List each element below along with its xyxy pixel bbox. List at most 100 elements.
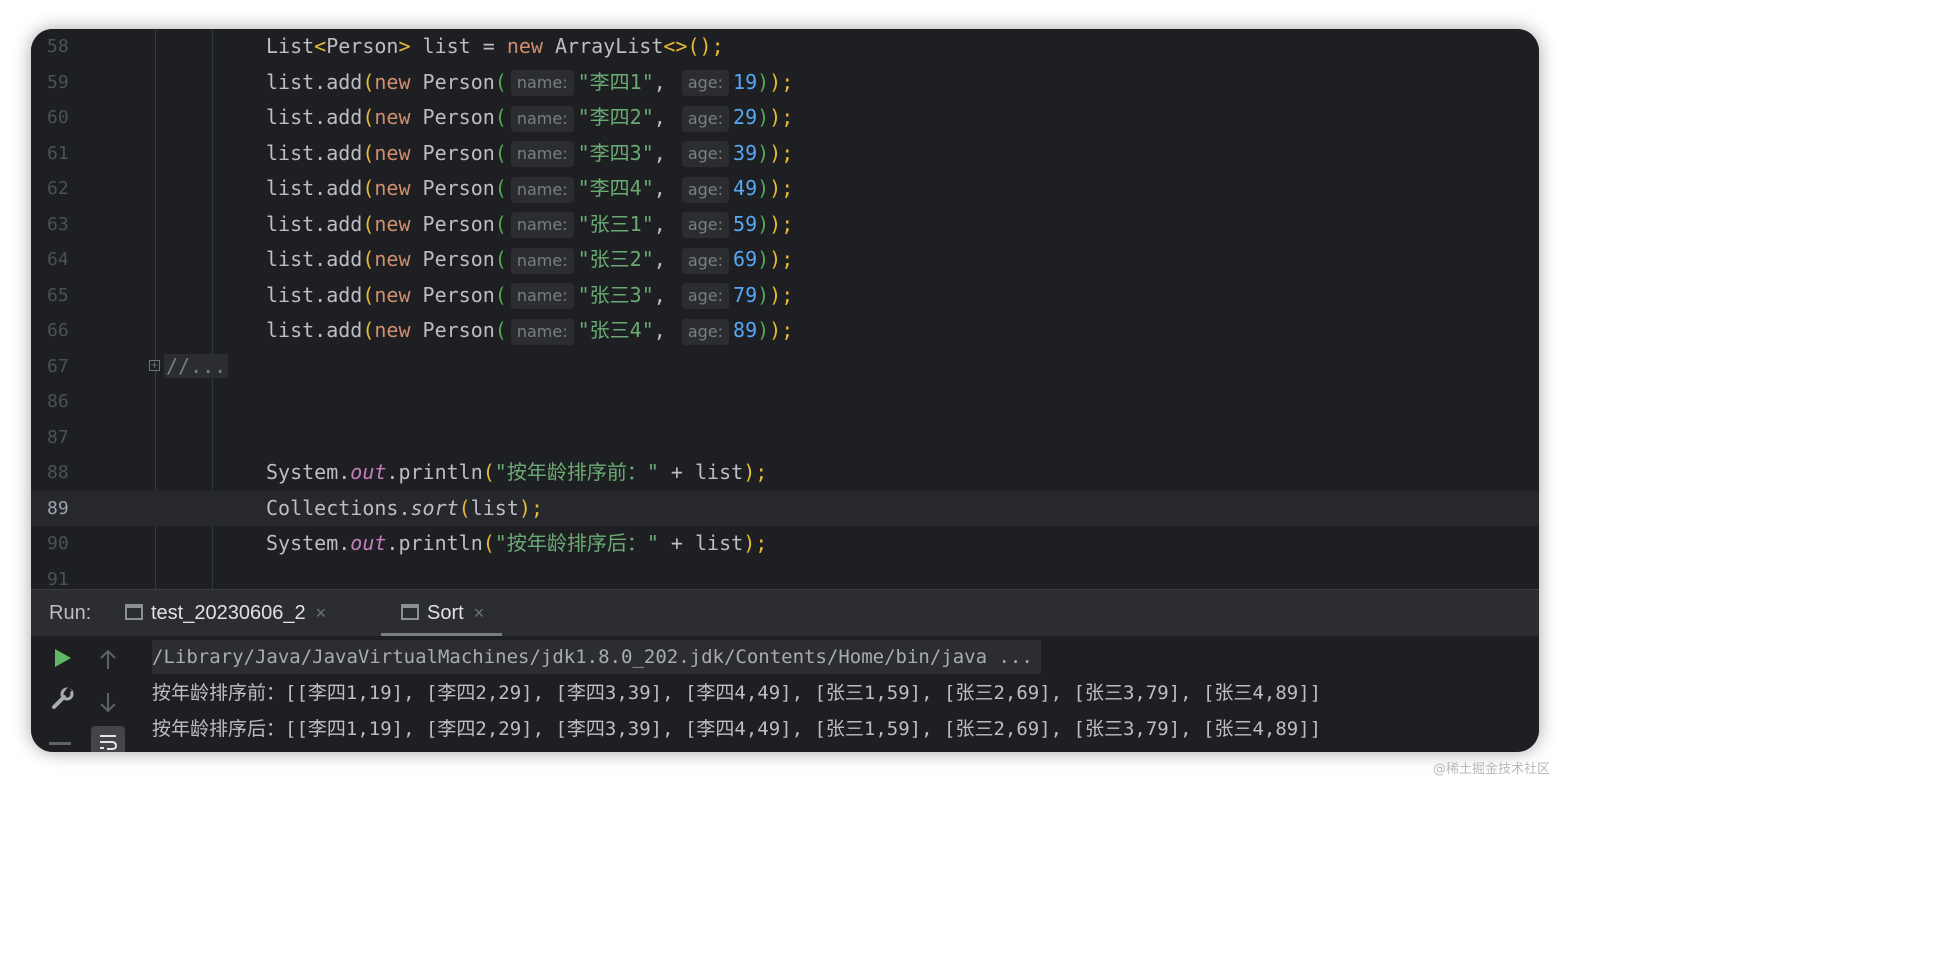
- code-token: (: [362, 140, 375, 165]
- code-token: Person: [410, 247, 495, 271]
- code-token: (: [362, 211, 375, 236]
- param-hint-name: name:: [510, 176, 574, 203]
- line-number[interactable]: 58: [47, 29, 107, 64]
- line-number[interactable]: 66: [47, 313, 107, 348]
- code-line[interactable]: 64 list.add(new Person(name: "张三2", age: 69…: [31, 242, 1539, 277]
- param-hint-name: name:: [510, 318, 574, 345]
- code-token: new: [506, 34, 543, 58]
- line-number[interactable]: 62: [47, 171, 107, 206]
- code-line[interactable]: 67 + //...: [31, 349, 1539, 384]
- rerun-icon[interactable]: [51, 646, 75, 674]
- line-number[interactable]: 86: [47, 384, 107, 419]
- line-number[interactable]: 67: [47, 349, 107, 384]
- code-token: (: [362, 176, 375, 200]
- down-arrow-icon[interactable]: [97, 690, 119, 718]
- string-literal: "李四1": [577, 69, 654, 94]
- param-hint-name: name:: [510, 141, 574, 167]
- line-number[interactable]: 91: [47, 562, 107, 590]
- code-token: new: [374, 69, 411, 94]
- code-token: ,: [653, 140, 678, 165]
- code-line[interactable]: 91: [31, 562, 1539, 590]
- param-hint-name: name:: [510, 70, 574, 96]
- code-token: list: [470, 495, 519, 520]
- code-token: ): [757, 282, 770, 307]
- tab-test-run-config[interactable]: test_20230606_2 ×: [125, 590, 327, 642]
- string-literal: "按年龄排序后：": [494, 531, 659, 555]
- code-line[interactable]: 90 System.out.println("按年龄排序后：" + list);: [31, 526, 1539, 561]
- code-token: ): [518, 495, 531, 520]
- code-line[interactable]: 88 System.out.println("按年龄排序前：" + list);: [31, 455, 1539, 490]
- tab-sort[interactable]: Sort ×: [380, 590, 503, 637]
- code-text: list.add(new Person(name: "李四3", age: 39))…: [266, 136, 793, 171]
- line-number[interactable]: 88: [47, 455, 107, 490]
- code-line[interactable]: 59 list.add(new Person(name: "李四1", age: 19…: [31, 65, 1539, 100]
- code-token: Person: [410, 282, 495, 307]
- line-number[interactable]: 60: [47, 100, 107, 135]
- code-token: ): [757, 176, 770, 200]
- code-editor[interactable]: 58 List<Person> list = new ArrayList<>();…: [31, 29, 1539, 589]
- code-token: (: [482, 531, 495, 555]
- code-text: list.add(new Person(name: "张三4", age: 89))…: [266, 313, 793, 348]
- up-arrow-icon[interactable]: [97, 648, 119, 676]
- code-token: list.add: [266, 282, 363, 307]
- code-token: ): [757, 69, 770, 94]
- line-number[interactable]: 89: [47, 491, 107, 526]
- code-token: ;: [781, 318, 794, 342]
- line-number[interactable]: 87: [47, 420, 107, 455]
- fold-expand-icon[interactable]: +: [149, 359, 160, 371]
- code-token: list.add: [266, 318, 363, 342]
- code-text: System.out.println("按年龄排序后：" + list);: [266, 526, 767, 561]
- code-line[interactable]: 60 list.add(new Person(name: "李四2", age: 29…: [31, 100, 1539, 135]
- code-token: + list: [658, 460, 744, 484]
- wrench-icon[interactable]: [49, 686, 75, 716]
- code-line[interactable]: 66 list.add(new Person(name: "张三4", age: 89…: [31, 313, 1539, 348]
- soft-wrap-icon[interactable]: [91, 726, 125, 752]
- code-token: (: [362, 282, 375, 307]
- line-number[interactable]: 64: [47, 242, 107, 277]
- code-line[interactable]: 63 list.add(new Person(name: "张三1", age: 59…: [31, 207, 1539, 242]
- code-line[interactable]: 65 list.add(new Person(name: "张三3", age: 79…: [31, 278, 1539, 313]
- watermark: @稀土掘金技术社区: [1432, 762, 1550, 777]
- line-number[interactable]: 61: [47, 136, 107, 171]
- line-number[interactable]: 63: [47, 207, 107, 242]
- code-line[interactable]: 61 list.add(new Person(name: "李四3", age: 39…: [31, 136, 1539, 171]
- string-literal: "李四3": [577, 140, 654, 165]
- code-token: .: [338, 460, 351, 484]
- code-token: ;: [755, 531, 768, 555]
- code-line[interactable]: 89 Collections.sort(list);: [31, 490, 1539, 526]
- code-token: new: [374, 140, 411, 165]
- code-text: Collections.sort(list);: [266, 491, 543, 526]
- number-literal: 49: [733, 176, 758, 200]
- code-token: ArrayList: [542, 34, 664, 58]
- param-hint-age: age:: [681, 212, 730, 238]
- run-console[interactable]: /Library/Java/JavaVirtualMachines/jdk1.8…: [31, 636, 1539, 752]
- param-hint-age: age:: [681, 105, 730, 132]
- code-token: ;: [781, 211, 794, 236]
- code-token: (: [458, 495, 471, 520]
- stop-icon[interactable]: [49, 742, 71, 745]
- code-token: ;: [781, 176, 794, 200]
- code-token: Person: [410, 318, 495, 342]
- close-icon[interactable]: ×: [474, 603, 485, 623]
- code-line[interactable]: 58 List<Person> list = new ArrayList<>();: [31, 29, 1539, 64]
- code-token: Collections.: [266, 495, 411, 520]
- code-token: ): [769, 211, 782, 236]
- code-line[interactable]: 86: [31, 384, 1539, 419]
- code-token: ): [769, 140, 782, 165]
- code-token: ;: [781, 247, 794, 271]
- console-output-before: 按年龄排序前：[[李四1,19], [李四2,29], [李四3,39], [李…: [152, 682, 1322, 704]
- code-token: list.add: [266, 176, 363, 200]
- code-token: (: [362, 69, 375, 94]
- code-token: (: [362, 105, 375, 129]
- code-token: ;: [781, 140, 794, 165]
- number-literal: 59: [733, 211, 758, 236]
- line-number[interactable]: 90: [47, 526, 107, 561]
- code-line[interactable]: 87: [31, 420, 1539, 455]
- line-number[interactable]: 59: [47, 65, 107, 100]
- param-hint-age: age:: [681, 318, 730, 345]
- close-icon[interactable]: ×: [316, 603, 327, 623]
- line-number[interactable]: 65: [47, 278, 107, 313]
- code-line[interactable]: 62 list.add(new Person(name: "李四4", age: 49…: [31, 171, 1539, 206]
- code-token: ,: [653, 282, 678, 307]
- code-token: (: [494, 69, 507, 94]
